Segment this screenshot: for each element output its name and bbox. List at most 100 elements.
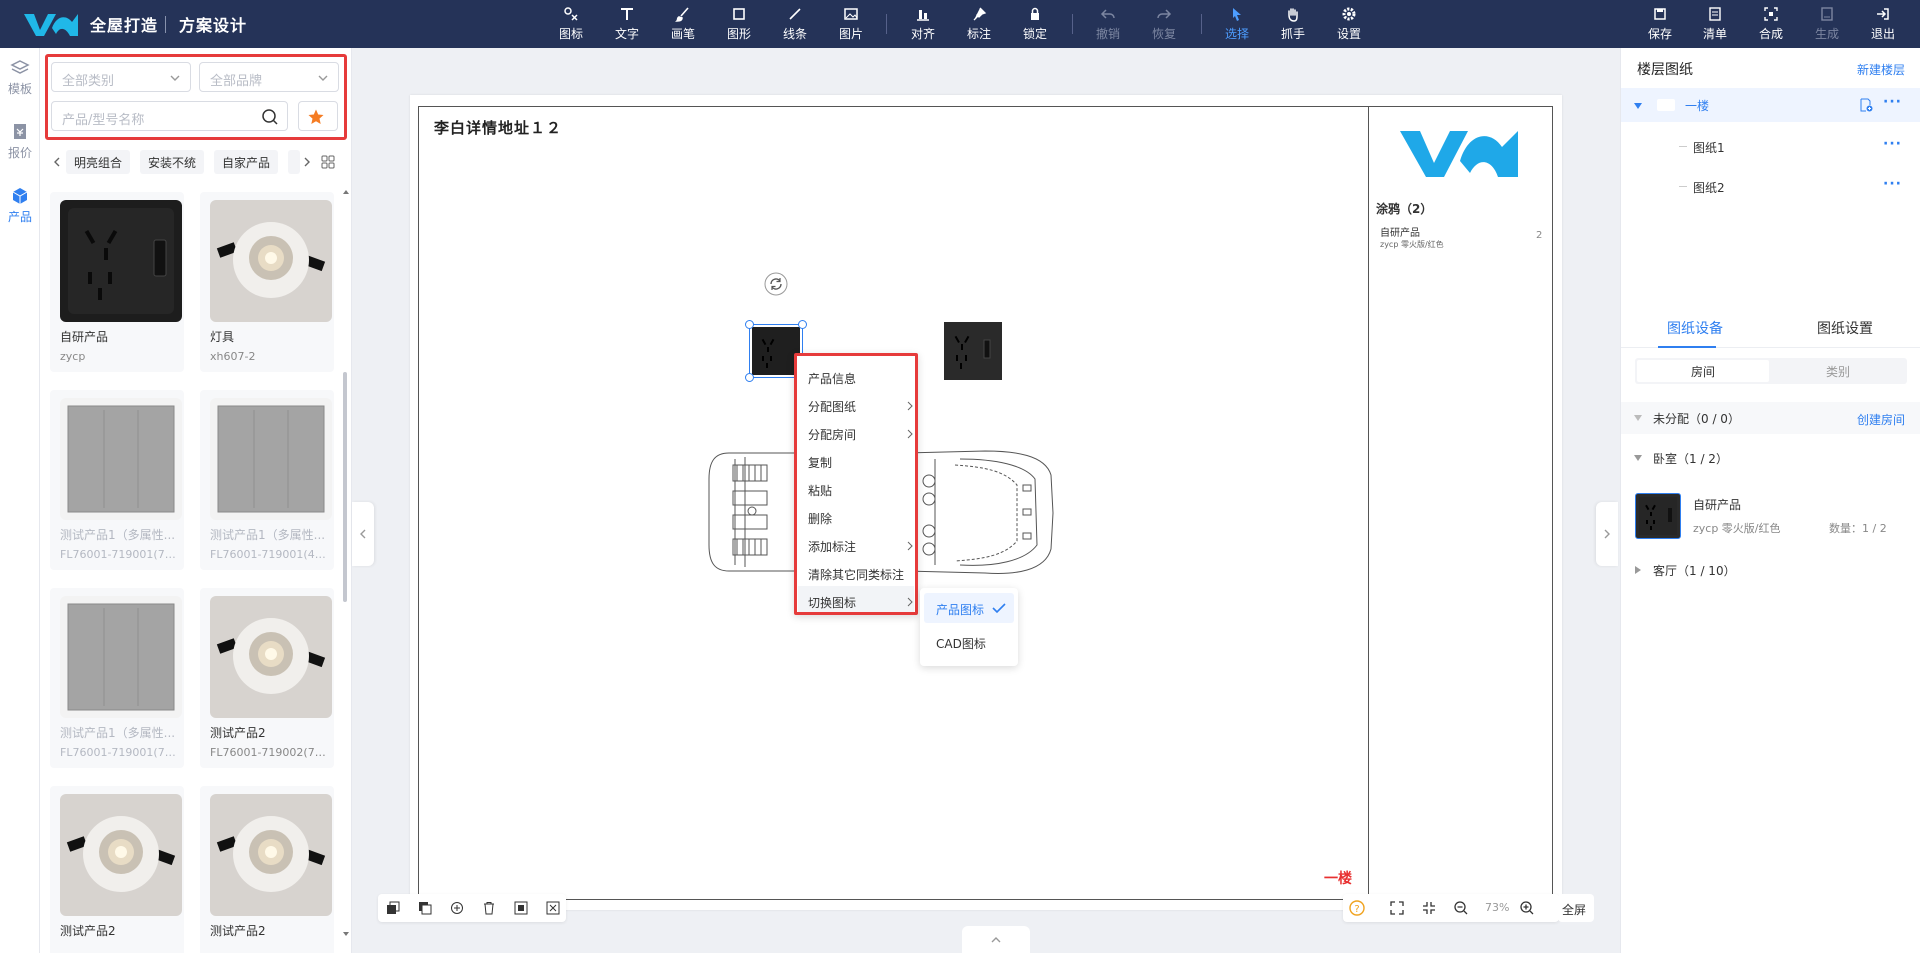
segment-category[interactable]: 类别 xyxy=(1771,360,1905,382)
toolbar-brush-button[interactable]: 画笔 xyxy=(663,6,703,42)
toolbar-undo-button[interactable]: 撤销 xyxy=(1088,6,1128,42)
search-input[interactable]: 产品/型号名称 xyxy=(51,101,288,131)
menu-item-copy[interactable]: 复制 xyxy=(808,454,832,471)
brand-select[interactable]: 全部品牌 xyxy=(199,62,339,92)
room-group-unassigned[interactable]: 未分配（0 / 0） 创建房间 xyxy=(1621,402,1920,434)
toolbar-pin-button[interactable]: 标注 xyxy=(959,6,999,42)
group-icon[interactable] xyxy=(450,901,464,915)
menu-item-switch-icon[interactable]: 切换图标 xyxy=(808,594,913,611)
tag-item-partial[interactable] xyxy=(288,150,300,174)
compose-button[interactable]: 合成 xyxy=(1751,6,1791,42)
resize-handle[interactable] xyxy=(798,320,807,329)
new-floor-link[interactable]: 新建楼层 xyxy=(1857,61,1905,78)
help-icon[interactable]: ? xyxy=(1349,900,1365,916)
product-card[interactable]: 灯具 xh607-2 xyxy=(200,192,334,372)
save-button[interactable]: 保存 xyxy=(1640,6,1680,42)
menu-item-delete[interactable]: 删除 xyxy=(808,510,832,527)
brand-name: 全屋打造 xyxy=(90,16,159,35)
drawing-sheet[interactable]: 李白详情地址１２ 涂鸦（2） 自研产品 zycp 零火版/红色 2 一楼 xyxy=(410,95,1562,910)
scroll-up-icon[interactable] xyxy=(342,188,350,196)
sheet-row[interactable]: 图纸1 ··· xyxy=(1621,130,1920,164)
toolbar-lock-button[interactable]: 锁定 xyxy=(1015,6,1055,42)
toolbar-select-button[interactable]: 选择 xyxy=(1217,6,1257,42)
toolbar-settings-button[interactable]: 设置 xyxy=(1329,6,1369,42)
menu-item-add-annotation[interactable]: 添加标注 xyxy=(808,538,913,555)
toolbar-align-button[interactable]: 对齐 xyxy=(903,6,943,42)
toolbar-image-button[interactable]: 图片 xyxy=(831,6,871,42)
rotate-handle-icon[interactable] xyxy=(763,271,789,297)
resize-handle[interactable] xyxy=(745,320,754,329)
more-icon[interactable]: ··· xyxy=(1883,136,1902,152)
scroll-down-icon[interactable] xyxy=(342,930,350,938)
floor-row[interactable]: 一楼 ··· xyxy=(1621,88,1920,122)
rail-item-product[interactable]: 产品 xyxy=(0,186,40,225)
bring-front-icon[interactable] xyxy=(386,901,400,915)
product-card[interactable]: 自研产品 zycp xyxy=(50,192,184,372)
toolbar-text-button[interactable]: 文字 xyxy=(607,6,647,42)
search-icon[interactable] xyxy=(261,108,279,126)
add-sheet-icon[interactable] xyxy=(1859,98,1873,112)
expand-bottom-panel-button[interactable] xyxy=(962,926,1030,953)
room-product-item[interactable]: 自研产品 zycp 零火版/红色 数量：1 / 2 xyxy=(1635,491,1915,543)
product-card[interactable]: 测试产品1（多属性... FL76001-719001(718... xyxy=(50,588,184,768)
tag-item[interactable]: 安装不统 xyxy=(140,150,205,174)
product-card[interactable]: 测试产品2 xyxy=(200,786,334,953)
tab-sheet-settings[interactable]: 图纸设置 xyxy=(1817,318,1873,338)
scrollbar-thumb[interactable] xyxy=(343,372,347,602)
favorite-button[interactable] xyxy=(298,101,338,131)
fullscreen-button[interactable]: 全屏 xyxy=(1558,894,1594,922)
shrink-icon[interactable] xyxy=(1421,900,1437,916)
category-select[interactable]: 全部类别 xyxy=(51,62,191,92)
segment-room[interactable]: 房间 xyxy=(1637,360,1769,382)
expand-icon[interactable] xyxy=(1389,900,1405,916)
socket-symbol[interactable] xyxy=(944,322,1002,380)
caret-down-icon[interactable] xyxy=(1633,454,1643,462)
submenu-item-cad-icon[interactable]: CAD图标 xyxy=(936,635,986,652)
chevron-left-icon[interactable] xyxy=(52,156,62,168)
rail-item-template[interactable]: 模板 xyxy=(0,58,40,97)
zoom-in-icon[interactable] xyxy=(1519,900,1535,916)
product-card[interactable]: 测试产品2 FL76001-719002(719... xyxy=(200,588,334,768)
exit-button[interactable]: 退出 xyxy=(1863,6,1903,42)
caret-down-icon[interactable] xyxy=(1633,414,1643,422)
toolbar-hand-button[interactable]: 抓手 xyxy=(1273,6,1313,42)
frame-icon[interactable] xyxy=(514,901,528,915)
more-icon[interactable]: ··· xyxy=(1883,176,1902,192)
collapse-left-panel-button[interactable] xyxy=(352,502,374,566)
resize-handle[interactable] xyxy=(745,373,754,382)
tag-item[interactable]: 明亮组合 xyxy=(66,150,131,174)
zoom-out-icon[interactable] xyxy=(1453,900,1469,916)
caret-right-icon[interactable] xyxy=(1634,565,1642,575)
tag-item[interactable]: 自家产品 xyxy=(214,150,279,174)
menu-item-assign-sheet[interactable]: 分配图纸 xyxy=(808,398,913,415)
generate-button[interactable]: 生成 xyxy=(1807,6,1847,42)
chevron-right-icon[interactable] xyxy=(302,156,312,168)
menu-item-paste[interactable]: 粘贴 xyxy=(808,482,832,499)
grid-view-icon[interactable] xyxy=(321,155,335,169)
more-icon[interactable]: ··· xyxy=(1883,94,1902,110)
menu-item-assign-room[interactable]: 分配房间 xyxy=(808,426,913,443)
sheet-row[interactable]: 图纸2 ··· xyxy=(1621,170,1920,204)
create-room-link[interactable]: 创建房间 xyxy=(1857,411,1905,428)
toolbar-icon-button[interactable]: 图标 xyxy=(551,6,591,42)
fit-icon[interactable] xyxy=(546,901,560,915)
product-card[interactable]: 测试产品1（多属性... FL76001-719001(719... xyxy=(50,390,184,570)
product-card[interactable]: 测试产品2 xyxy=(50,786,184,953)
caret-down-icon[interactable] xyxy=(1633,102,1643,110)
sheet-chip xyxy=(1679,186,1687,187)
room-group-bedroom[interactable]: 卧室（1 / 2） xyxy=(1621,442,1920,474)
toolbar-line-button[interactable]: 线条 xyxy=(775,6,815,42)
send-back-icon[interactable] xyxy=(418,901,432,915)
toolbar-shape-button[interactable]: 图形 xyxy=(719,6,759,42)
menu-item-product-info[interactable]: 产品信息 xyxy=(808,370,856,387)
product-card[interactable]: 测试产品1（多属性... FL76001-719001(423... xyxy=(200,390,334,570)
submenu-item-product-icon[interactable]: 产品图标 xyxy=(924,593,1014,623)
rail-item-quote[interactable]: 报价 xyxy=(0,122,40,161)
room-group-living[interactable]: 客厅（1 / 10） xyxy=(1621,554,1920,586)
toolbar-redo-button[interactable]: 恢复 xyxy=(1144,6,1184,42)
tab-sheet-devices[interactable]: 图纸设备 xyxy=(1667,318,1723,338)
menu-item-clear-annotations[interactable]: 清除其它同类标注 xyxy=(808,566,904,583)
collapse-right-panel-button[interactable] xyxy=(1596,502,1618,566)
list-button[interactable]: 清单 xyxy=(1695,6,1735,42)
trash-icon[interactable] xyxy=(482,901,496,915)
